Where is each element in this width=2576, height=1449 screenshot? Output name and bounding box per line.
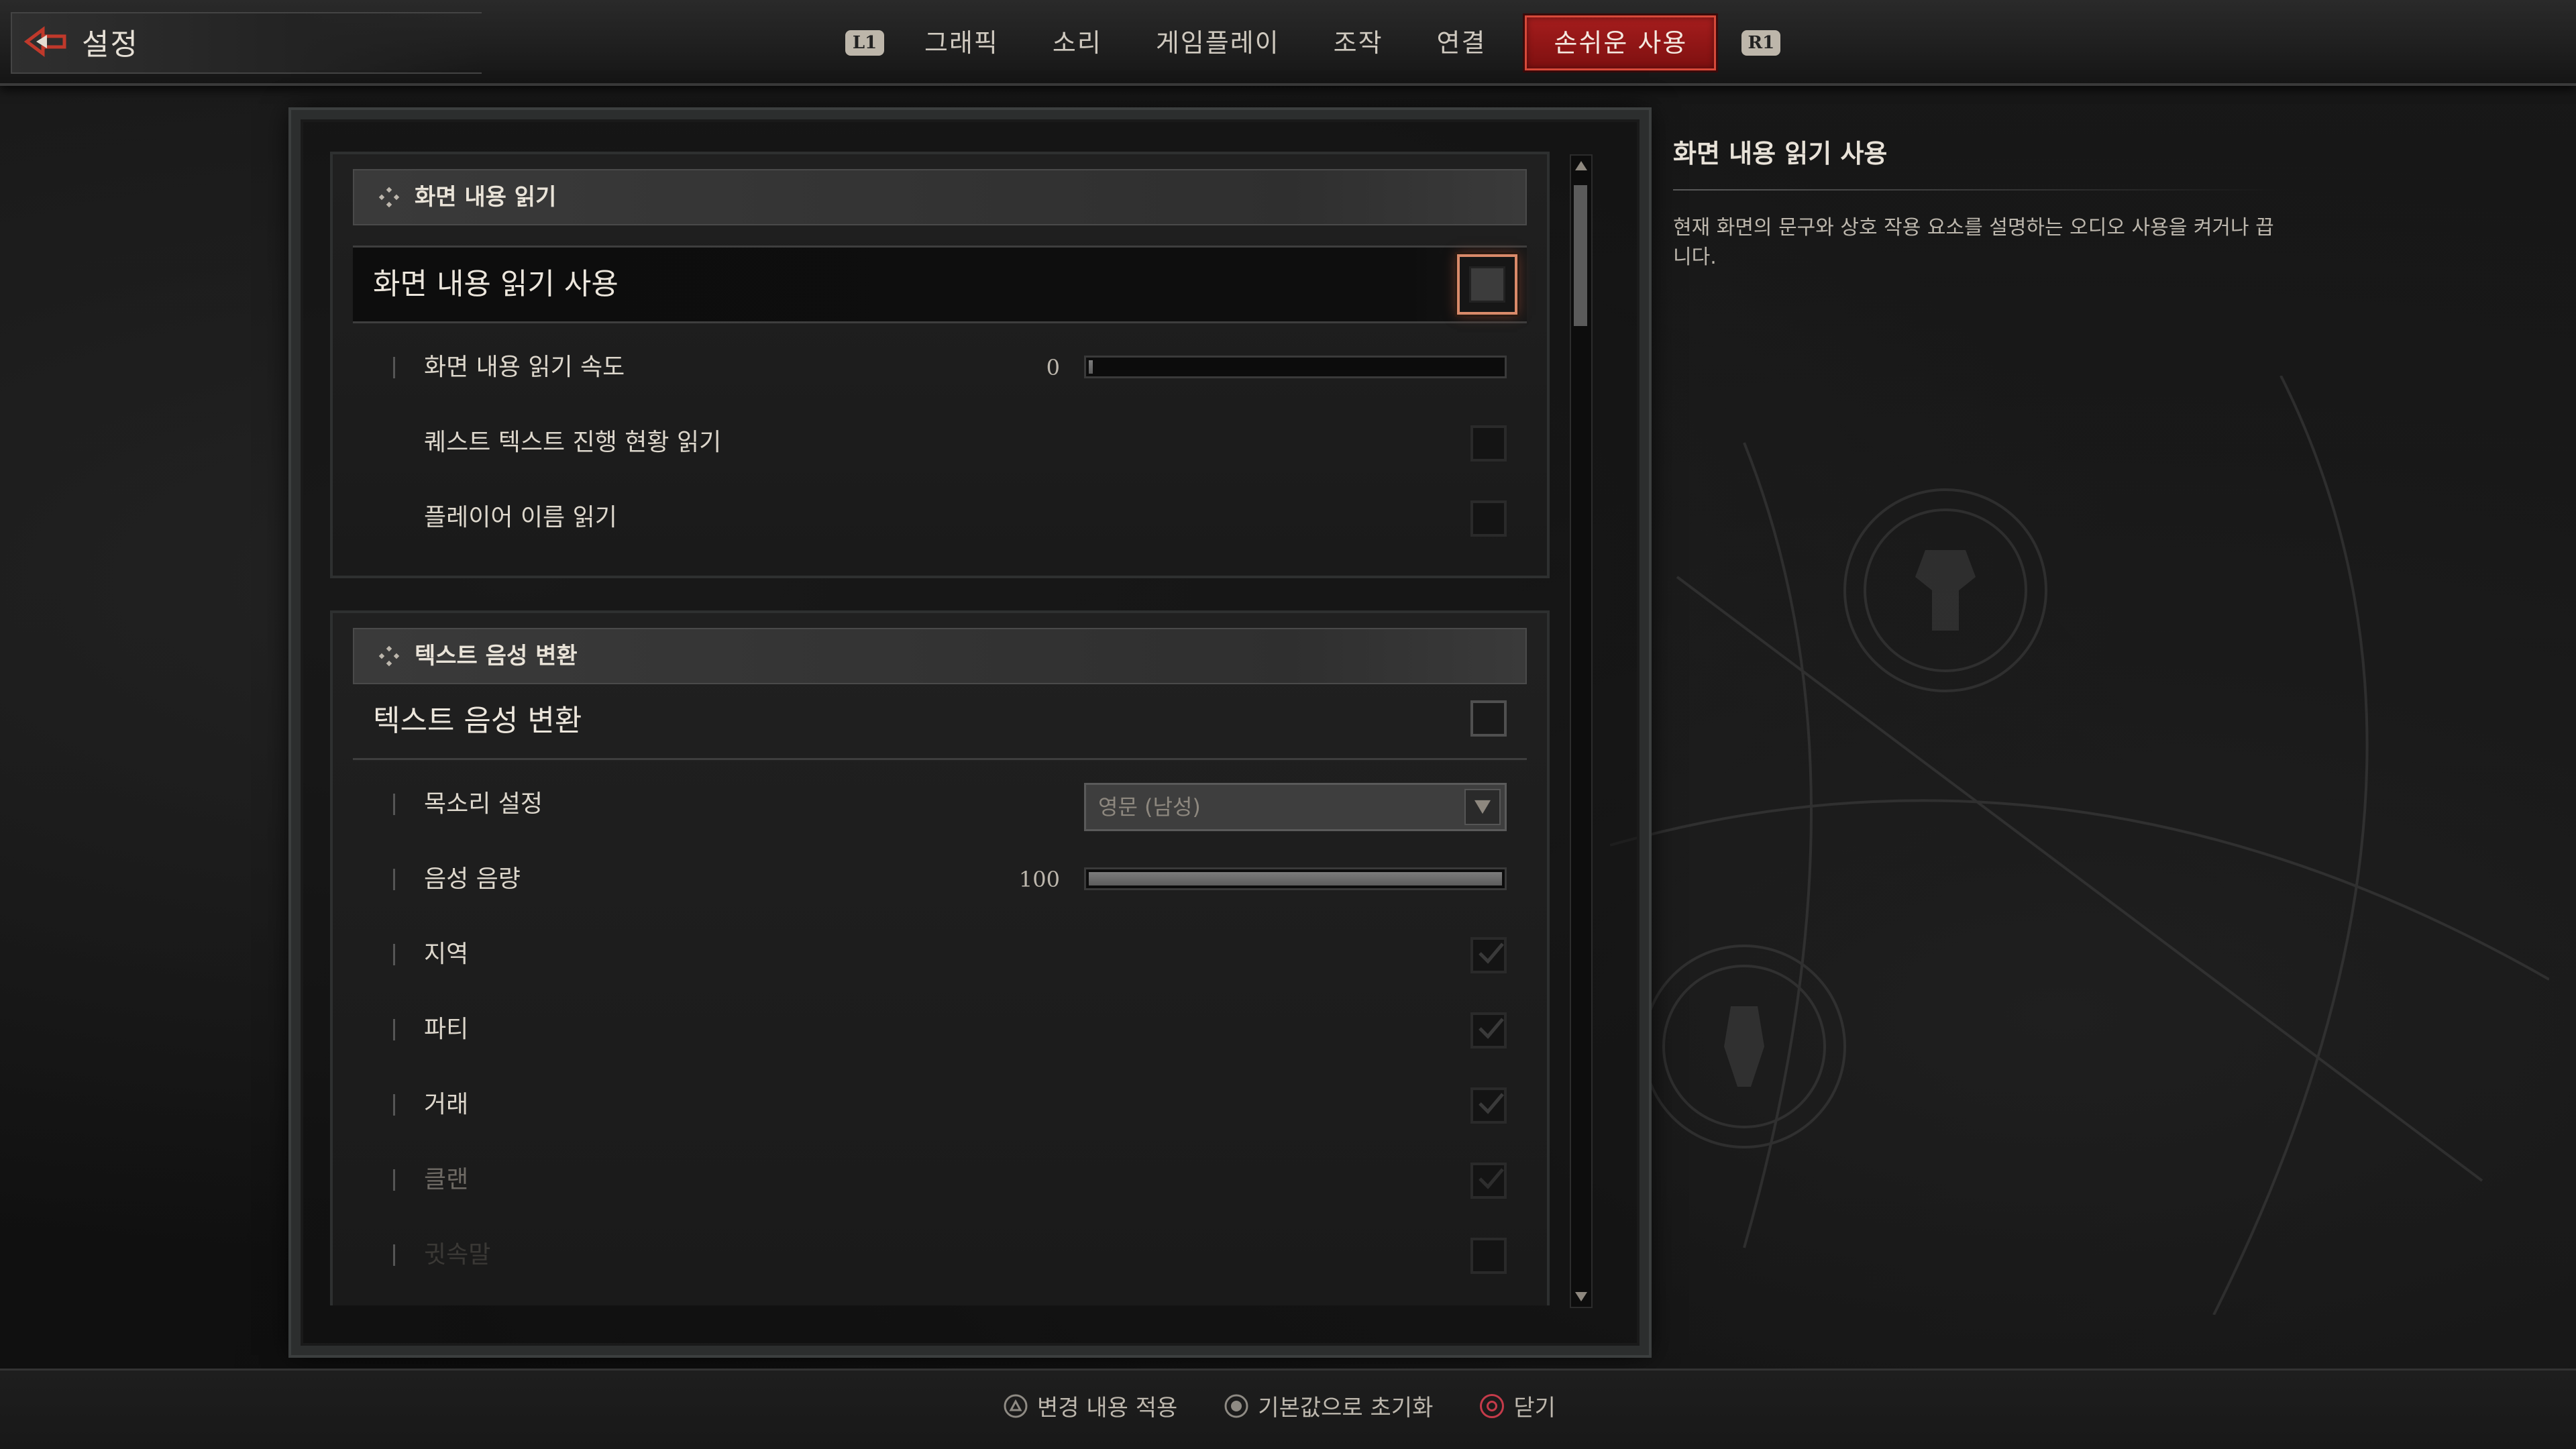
row-marker <box>393 869 402 890</box>
apply-label: 변경 내용 적용 <box>1037 1395 1178 1421</box>
emblem-decoration <box>1610 376 2549 1315</box>
row-marker <box>393 357 402 378</box>
r3-button-icon <box>1224 1394 1248 1417</box>
scroll-thumb[interactable] <box>1574 185 1587 326</box>
close-label: 닫기 <box>1513 1395 1556 1421</box>
setting-label: 파티 <box>424 1016 469 1043</box>
screen-reader-toggle-row[interactable]: 화면 내용 읽기 사용 <box>353 246 1527 323</box>
description-title: 화면 내용 읽기 사용 <box>1673 139 1888 168</box>
section-header: 화면 내용 읽기 <box>353 169 1527 225</box>
setting-label: 목소리 설정 <box>424 790 543 818</box>
setting-label: 클랜 <box>424 1166 469 1193</box>
setting-label: 귓속말 <box>424 1241 491 1269</box>
slider-value: 100 <box>1018 867 1060 892</box>
section-screen-reader: 화면 내용 읽기 화면 내용 읽기 사용 화면 내용 읽기 속도 0 퀘스트 텍… <box>330 152 1550 578</box>
setting-row-trade[interactable]: 거래 <box>353 1067 1527 1142</box>
whisper-checkbox[interactable] <box>1470 1238 1507 1274</box>
setting-label: 퀘스트 텍스트 진행 현황 읽기 <box>424 429 722 456</box>
quest-progress-checkbox[interactable] <box>1470 425 1507 462</box>
slider-value: 0 <box>1046 355 1060 380</box>
apply-changes-button[interactable]: 변경 내용 적용 <box>1004 1389 1177 1422</box>
bottom-actions: 변경 내용 적용 기본값으로 초기화 닫기 <box>1004 1389 1603 1422</box>
tab-sound[interactable]: 소리 <box>1026 17 1129 68</box>
checkmark-icon <box>1479 1168 1504 1189</box>
back-arrow-icon[interactable] <box>24 25 67 58</box>
slider-fill <box>1089 360 1093 374</box>
voice-volume-slider[interactable] <box>1084 867 1507 890</box>
triangle-button-icon <box>1004 1394 1028 1417</box>
row-marker <box>393 1094 402 1116</box>
section-title: 텍스트 음성 변환 <box>415 643 578 669</box>
row-marker <box>393 1019 402 1040</box>
voice-dropdown[interactable]: 영문 (남성) <box>1084 783 1507 831</box>
setting-label: 화면 내용 읽기 속도 <box>424 354 625 381</box>
tts-checkbox[interactable] <box>1470 700 1507 737</box>
local-checkbox[interactable] <box>1470 937 1507 973</box>
close-button[interactable]: 닫기 <box>1480 1389 1556 1422</box>
setting-row-voice[interactable]: 목소리 설정 영문 (남성) <box>353 767 1527 842</box>
setting-row-whisper[interactable]: 귓속말 <box>353 1218 1527 1293</box>
setting-label: 텍스트 음성 변환 <box>373 704 582 738</box>
r1-shoulder-icon[interactable]: R1 <box>1741 30 1781 56</box>
row-marker <box>393 1244 402 1266</box>
screen-reader-checkbox[interactable] <box>1457 254 1517 315</box>
setting-row-local[interactable]: 지역 <box>353 917 1527 992</box>
party-checkbox[interactable] <box>1470 1012 1507 1049</box>
tab-controls[interactable]: 조작 <box>1307 17 1410 68</box>
tab-connection[interactable]: 연결 <box>1410 17 1513 68</box>
checkmark-icon <box>1479 1093 1504 1114</box>
tab-graphics[interactable]: 그래픽 <box>898 17 1026 68</box>
setting-row-voice-volume[interactable]: 음성 음량 100 <box>353 842 1527 917</box>
circle-button-icon <box>1480 1393 1505 1418</box>
dropdown-value: 영문 (남성) <box>1098 794 1201 820</box>
tab-gameplay[interactable]: 게임플레이 <box>1129 17 1307 68</box>
chevron-down-icon <box>1464 789 1501 825</box>
description-divider <box>1673 189 2277 191</box>
row-marker <box>393 1169 402 1191</box>
scroll-up-icon[interactable] <box>1571 156 1591 176</box>
setting-row-quest-progress[interactable]: 퀘스트 텍스트 진행 현황 읽기 <box>353 405 1527 480</box>
section-title: 화면 내용 읽기 <box>415 184 557 211</box>
top-bar: 설정 L1 그래픽 소리 게임플레이 조작 연결 손쉬운 사용 R1 <box>0 0 2576 86</box>
section-text-to-speech: 텍스트 음성 변환 텍스트 음성 변환 목소리 설정 영문 (남성) 음성 음량… <box>330 610 1550 1305</box>
setting-row-player-names[interactable]: 플레이어 이름 읽기 <box>353 480 1527 555</box>
diamond-icon <box>378 645 400 667</box>
description-text: 현재 화면의 문구와 상호 작용 요소를 설명하는 오디오 사용을 켜거나 끕니… <box>1673 216 2274 269</box>
section-header: 텍스트 음성 변환 <box>353 628 1527 684</box>
reading-speed-slider[interactable] <box>1084 356 1507 378</box>
reset-label: 기본값으로 초기화 <box>1258 1395 1434 1421</box>
clan-checkbox[interactable] <box>1470 1163 1507 1199</box>
scrollbar[interactable] <box>1570 154 1593 1308</box>
reset-defaults-button[interactable]: 기본값으로 초기화 <box>1224 1389 1433 1422</box>
scroll-down-icon[interactable] <box>1571 1287 1591 1307</box>
page-title: 설정 <box>82 28 139 62</box>
diamond-icon <box>378 186 400 208</box>
l1-shoulder-icon[interactable]: L1 <box>845 30 884 56</box>
player-names-checkbox[interactable] <box>1470 500 1507 537</box>
setting-label: 거래 <box>424 1091 469 1118</box>
tab-bar: L1 그래픽 소리 게임플레이 조작 연결 손쉬운 사용 R1 <box>832 15 1794 70</box>
checkmark-icon <box>1479 1018 1504 1039</box>
settings-list[interactable]: 화면 내용 읽기 화면 내용 읽기 사용 화면 내용 읽기 속도 0 퀘스트 텍… <box>330 152 1550 1305</box>
setting-row-reading-speed[interactable]: 화면 내용 읽기 속도 0 <box>353 330 1527 405</box>
setting-row-party[interactable]: 파티 <box>353 992 1527 1067</box>
trade-checkbox[interactable] <box>1470 1087 1507 1124</box>
checkmark-icon <box>1479 943 1504 964</box>
setting-row-clan[interactable]: 클랜 <box>353 1142 1527 1218</box>
row-marker <box>393 944 402 965</box>
slider-fill <box>1089 872 1502 885</box>
tts-toggle-row[interactable]: 텍스트 음성 변환 <box>353 684 1527 760</box>
bottom-bar: 변경 내용 적용 기본값으로 초기화 닫기 <box>0 1368 2576 1449</box>
setting-label: 음성 음량 <box>424 865 521 893</box>
tab-accessibility[interactable]: 손쉬운 사용 <box>1525 15 1717 70</box>
setting-label: 화면 내용 읽기 사용 <box>373 267 619 301</box>
setting-label: 플레이어 이름 읽기 <box>424 504 617 531</box>
row-marker <box>393 794 402 815</box>
setting-label: 지역 <box>424 941 469 968</box>
